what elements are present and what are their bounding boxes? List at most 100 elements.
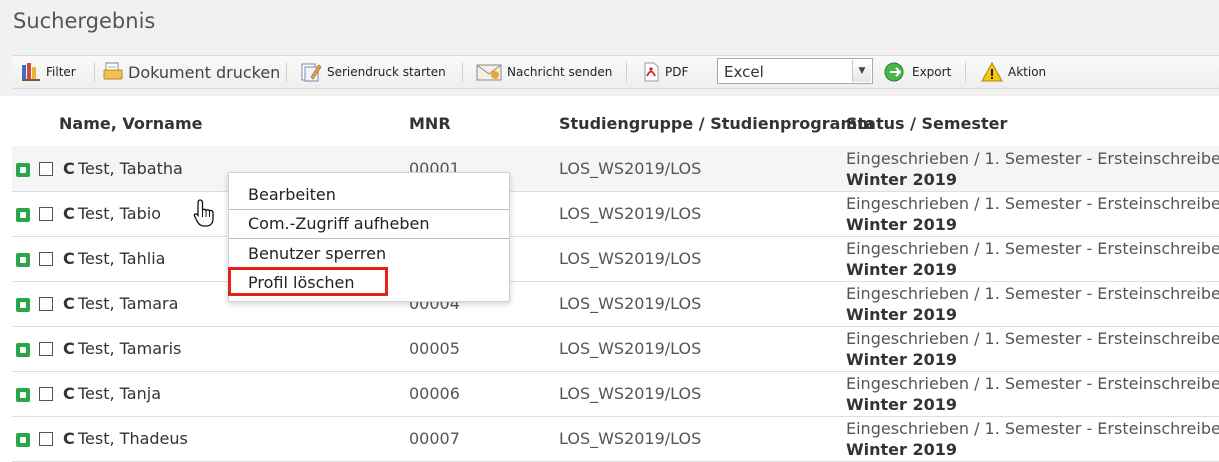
active-status-icon [16, 388, 30, 402]
context-menu-item-label: Bearbeiten [248, 185, 336, 204]
table-row[interactable]: C Test, Thadeus 00007 LOS_WS2019/LOS Ein… [12, 416, 1219, 462]
row-type-marker: C [63, 249, 75, 268]
pdf-icon [641, 61, 661, 83]
row-group: LOS_WS2019/LOS [559, 429, 702, 448]
row-type-marker: C [63, 204, 75, 223]
column-header-group[interactable]: Studiengruppe / Studienprogramm [559, 114, 874, 133]
row-group: LOS_WS2019/LOS [559, 204, 702, 223]
active-status-icon [16, 163, 30, 177]
row-semester: Winter 2019 [846, 305, 958, 324]
active-status-icon [16, 208, 30, 222]
pdf-button[interactable]: PDF [641, 59, 688, 85]
active-status-icon [16, 298, 30, 312]
context-menu-delete-profile[interactable]: Profil löschen [229, 268, 509, 297]
context-menu-item-label: Com.-Zugriff aufheben [248, 214, 430, 233]
action-button[interactable]: Aktion [980, 59, 1046, 85]
document-print-icon [102, 61, 124, 83]
warning-triangle-icon [980, 61, 1004, 83]
row-name-link[interactable]: Test, Tabatha [78, 159, 183, 178]
row-semester: Winter 2019 [846, 170, 958, 189]
row-name-link[interactable]: Test, Tamara [78, 294, 178, 313]
row-status: Eingeschrieben / 1. Semester - Ersteinsc… [846, 284, 1219, 303]
row-status: Eingeschrieben / 1. Semester - Ersteinsc… [846, 419, 1219, 438]
row-status: Eingeschrieben / 1. Semester - Ersteinsc… [846, 239, 1219, 258]
row-checkbox[interactable] [39, 252, 53, 266]
row-type-marker: C [63, 159, 75, 178]
export-format-value: Excel [724, 63, 764, 81]
print-document-button[interactable]: Dokument drucken [102, 59, 280, 85]
serial-print-icon [299, 61, 323, 83]
row-type-marker: C [63, 339, 75, 358]
column-header-name[interactable]: Name, Vorname [59, 114, 202, 133]
row-semester: Winter 2019 [846, 440, 958, 459]
row-checkbox[interactable] [39, 162, 53, 176]
toolbar-divider [286, 62, 287, 82]
hand-pointer-cursor-icon [192, 198, 218, 228]
row-type-marker: C [63, 294, 75, 313]
row-name-link[interactable]: Test, Tamaris [78, 339, 181, 358]
row-semester: Winter 2019 [846, 260, 958, 279]
row-semester: Winter 2019 [846, 350, 958, 369]
row-status: Eingeschrieben / 1. Semester - Ersteinsc… [846, 329, 1219, 348]
context-menu-item-label: Benutzer sperren [248, 244, 387, 263]
page-title: Suchergebnis [13, 9, 156, 33]
context-menu-revoke-access[interactable]: Com.-Zugriff aufheben [229, 209, 509, 238]
row-checkbox[interactable] [39, 342, 53, 356]
row-checkbox[interactable] [39, 387, 53, 401]
message-envelope-icon [475, 61, 503, 83]
serial-print-button[interactable]: Seriendruck starten [299, 59, 446, 85]
row-group: LOS_WS2019/LOS [559, 384, 702, 403]
send-message-label: Nachricht senden [507, 65, 613, 79]
row-name-link[interactable]: Test, Tanja [78, 384, 161, 403]
active-status-icon [16, 253, 30, 267]
row-checkbox[interactable] [39, 207, 53, 221]
column-header-status[interactable]: Status / Semester [846, 114, 1007, 133]
filter-icon [20, 61, 42, 83]
row-type-marker: C [63, 384, 75, 403]
send-message-button[interactable]: Nachricht senden [475, 59, 612, 85]
context-menu: Bearbeiten Com.-Zugriff aufheben Benutze… [228, 172, 510, 302]
row-checkbox[interactable] [39, 297, 53, 311]
context-menu-edit[interactable]: Bearbeiten [229, 180, 509, 209]
table-row[interactable]: C Test, Tahlia 00003 LOS_WS2019/LOS Eing… [12, 236, 1219, 282]
row-group: LOS_WS2019/LOS [559, 339, 702, 358]
print-document-label: Dokument drucken [128, 62, 281, 82]
row-mnr: 00007 [409, 429, 460, 448]
table-row[interactable]: C Test, Tabatha 00001 LOS_WS2019/LOS Ein… [12, 146, 1219, 192]
toolbar-divider [94, 62, 95, 82]
toolbar-divider [462, 62, 463, 82]
active-status-icon [16, 433, 30, 447]
column-header-mnr[interactable]: MNR [409, 114, 451, 133]
row-status: Eingeschrieben / 1. Semester - Ersteinsc… [846, 374, 1219, 393]
context-menu-lock-user[interactable]: Benutzer sperren [229, 239, 509, 268]
table-row[interactable]: C Test, Tamara 00004 LOS_WS2019/LOS Eing… [12, 281, 1219, 327]
row-group: LOS_WS2019/LOS [559, 159, 702, 178]
filter-label: Filter [46, 65, 76, 79]
serial-print-label: Seriendruck starten [327, 65, 446, 79]
action-label: Aktion [1008, 65, 1047, 79]
filter-button[interactable]: Filter [20, 59, 76, 85]
export-button[interactable]: Export [882, 59, 951, 85]
row-mnr: 00006 [409, 384, 460, 403]
row-name-link[interactable]: Test, Tahlia [78, 249, 165, 268]
chevron-down-icon[interactable]: ▼ [852, 60, 871, 82]
row-semester: Winter 2019 [846, 395, 958, 414]
row-name-link[interactable]: Test, Thadeus [78, 429, 188, 448]
active-status-icon [16, 343, 30, 357]
row-semester: Winter 2019 [846, 215, 958, 234]
toolbar: Filter Dokument drucken Seriendruck star… [12, 55, 1219, 89]
row-mnr: 00005 [409, 339, 460, 358]
row-name-link[interactable]: Test, Tabio [78, 204, 161, 223]
page-header: Suchergebnis Filter Dokument drucken Ser… [0, 0, 1219, 96]
toolbar-divider [626, 62, 627, 82]
row-status: Eingeschrieben / 1. Semester - Ersteinsc… [846, 194, 1219, 213]
row-group: LOS_WS2019/LOS [559, 294, 702, 313]
row-type-marker: C [63, 429, 75, 448]
table-row[interactable]: C Test, Tanja 00006 LOS_WS2019/LOS Einge… [12, 371, 1219, 417]
export-format-select[interactable]: Excel ▼ [717, 58, 873, 84]
toolbar-divider [965, 62, 966, 82]
row-checkbox[interactable] [39, 432, 53, 446]
export-arrow-icon [882, 61, 908, 83]
table-row[interactable]: C Test, Tamaris 00005 LOS_WS2019/LOS Ein… [12, 326, 1219, 372]
row-status: Eingeschrieben / 1. Semester - Ersteinsc… [846, 149, 1219, 168]
